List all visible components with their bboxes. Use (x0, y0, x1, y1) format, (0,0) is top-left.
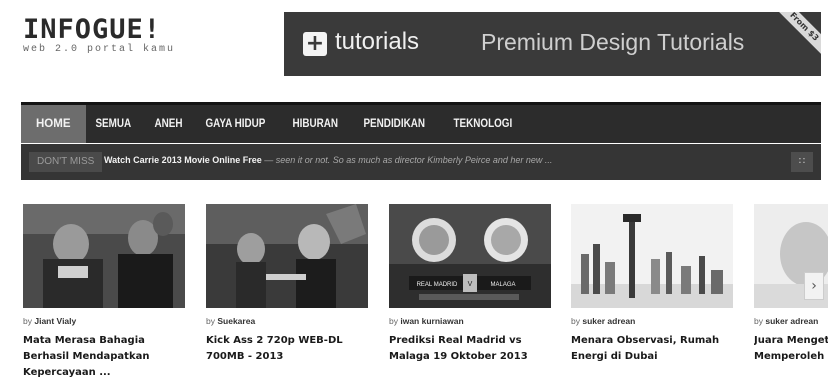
post-title[interactable]: Prediksi Real Madrid vs Malaga 19 Oktobe… (389, 333, 551, 365)
ticker-label: DON'T MISS (29, 152, 103, 172)
post-author[interactable]: Jiant Vialy (34, 316, 76, 326)
ticker-excerpt: — seen it or not. So as much as director… (261, 155, 553, 165)
post-byline: by suker adrean (754, 316, 828, 326)
post-title[interactable]: Menara Observasi, Rumah Energi di Dubai (571, 333, 733, 365)
by-label: by (23, 316, 32, 326)
post-title[interactable]: Mata Merasa Bahagia Berhasil Mendapatkan… (23, 333, 185, 381)
banner-tagline: Premium Design Tutorials (481, 29, 745, 55)
post-author[interactable]: suker adrean (582, 316, 635, 326)
nav-item-aneh[interactable]: ANEH (145, 105, 192, 143)
post-title[interactable]: Juara Mengetik s... Memperoleh 500... (754, 333, 828, 365)
post-byline: by iwan kurniawan (389, 316, 551, 326)
logo-text: INFOGUE! (23, 14, 162, 45)
post-thumbnail[interactable] (23, 204, 185, 308)
rss-icon[interactable]: ∷ (791, 152, 813, 172)
post-thumbnail[interactable] (206, 204, 368, 308)
nav-item-pendidikan[interactable]: PENDIDIKAN (354, 105, 434, 143)
post-byline: by Jiant Vialy (23, 316, 185, 326)
thumb-vs: V (468, 281, 473, 288)
thumb-team-left: REAL MADRID (417, 282, 458, 288)
by-label: by (206, 316, 215, 326)
main-nav: HOME SEMUA ANEH GAYA HIDUP HIBURAN PENDI… (21, 102, 821, 143)
ticker-headline-title[interactable]: Watch Carrie 2013 Movie Online Free (104, 155, 262, 165)
nav-item-teknologi[interactable]: TEKNOLOGI (444, 105, 522, 143)
site-logo[interactable]: INFOGUE! web 2.0 portal kamu (23, 14, 176, 55)
post-card[interactable]: REAL MADRID V MALAGA by iwan kurniawan P… (389, 204, 551, 365)
post-thumbnail[interactable]: REAL MADRID V MALAGA (389, 204, 551, 308)
thumb-team-right: MALAGA (490, 282, 515, 288)
post-card[interactable]: by Suekarea Kick Ass 2 720p WEB-DL 700MB… (206, 204, 368, 365)
post-author[interactable]: Suekarea (217, 316, 255, 326)
post-card[interactable]: by suker adrean Menara Observasi, Rumah … (571, 204, 733, 365)
ticker-headline[interactable]: Watch Carrie 2013 Movie Online Free — se… (104, 155, 552, 166)
logo-tagline: web 2.0 portal kamu (23, 44, 176, 55)
nav-item-hiburan[interactable]: HIBURAN (283, 105, 348, 143)
post-title[interactable]: Kick Ass 2 720p WEB-DL 700MB - 2013 (206, 333, 368, 365)
nav-item-home[interactable]: HOME (21, 105, 86, 143)
ad-banner[interactable]: + tutorials Premium Design Tutorials Fro… (284, 12, 821, 76)
by-label: by (571, 316, 580, 326)
by-label: by (389, 316, 398, 326)
post-thumbnail[interactable] (571, 204, 733, 308)
nav-item-gaya-hidup[interactable]: GAYA HIDUP (196, 105, 275, 143)
price-ribbon: From $3 (771, 12, 821, 60)
post-author[interactable]: suker adrean (765, 316, 818, 326)
post-byline: by suker adrean (571, 316, 733, 326)
banner-brand: tutorials (335, 28, 420, 55)
chevron-right-icon[interactable]: › (804, 272, 824, 300)
nav-item-semua[interactable]: SEMUA (86, 105, 141, 143)
by-label: by (754, 316, 763, 326)
post-author[interactable]: iwan kurniawan (400, 316, 463, 326)
post-byline: by Suekarea (206, 316, 368, 326)
post-card[interactable]: by Jiant Vialy Mata Merasa Bahagia Berha… (23, 204, 185, 381)
plus-icon: + (303, 32, 327, 56)
news-ticker: DON'T MISS Watch Carrie 2013 Movie Onlin… (21, 144, 821, 180)
